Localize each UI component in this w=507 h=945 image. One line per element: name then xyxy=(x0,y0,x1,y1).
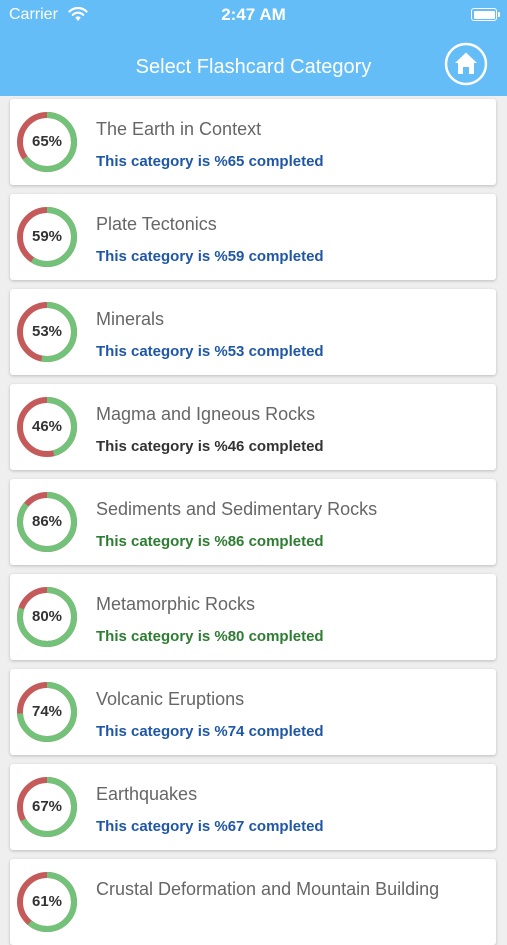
navigation-header: Carrier 2:47 AM Select Flashcard Categor… xyxy=(0,0,507,96)
category-status: This category is %80 completed xyxy=(96,628,324,645)
status-bar: Carrier 2:47 AM xyxy=(0,0,507,30)
category-card[interactable]: 67% Earthquakes This category is %67 compl… xyxy=(10,764,496,850)
category-card[interactable]: 46% Magma and Igneous Rocks This category … xyxy=(10,384,496,470)
category-status: This category is %74 completed xyxy=(96,723,324,740)
progress-percent: 61% xyxy=(31,893,63,910)
progress-percent: 65% xyxy=(31,133,63,150)
category-title: Volcanic Eruptions xyxy=(96,689,245,709)
progress-percent: 67% xyxy=(31,798,63,815)
category-card[interactable]: 61% Crustal Deformation and Mountain Buil… xyxy=(10,859,496,945)
category-title: Crustal Deformation and Mountain Buildin… xyxy=(96,879,440,899)
progress-percent: 53% xyxy=(31,323,63,340)
category-title: Metamorphic Rocks xyxy=(96,594,256,614)
clock: 2:47 AM xyxy=(221,5,286,24)
category-title: Minerals xyxy=(96,309,165,329)
category-title: Magma and Igneous Rocks xyxy=(96,404,316,424)
category-card[interactable]: 59% Plate Tectonics This category is %59 c… xyxy=(10,194,496,280)
progress-percent: 59% xyxy=(31,228,63,245)
progress-percent: 86% xyxy=(31,513,63,530)
category-card[interactable]: 86% Sediments and Sedimentary Rocks This c… xyxy=(10,479,496,565)
category-card[interactable]: 74% Volcanic Eruptions This category is %7… xyxy=(10,669,496,755)
category-card[interactable]: 65% The Earth in Context This category is … xyxy=(10,99,496,185)
category-status: This category is %59 completed xyxy=(96,248,324,265)
page-title: Select Flashcard Category xyxy=(135,56,372,78)
progress-percent: 74% xyxy=(31,703,63,720)
category-status: This category is %86 completed xyxy=(96,533,324,550)
category-title: Sediments and Sedimentary Rocks xyxy=(96,499,378,519)
category-status: This category is %53 completed xyxy=(96,343,324,360)
category-title: Earthquakes xyxy=(96,784,198,804)
category-title: The Earth in Context xyxy=(96,119,262,139)
category-card[interactable]: 53% Minerals This category is %53 complete… xyxy=(10,289,496,375)
home-icon xyxy=(444,42,488,86)
category-status: This category is %46 completed xyxy=(96,438,324,455)
home-button[interactable] xyxy=(444,42,488,86)
battery-icon xyxy=(471,8,500,21)
category-status: This category is %67 completed xyxy=(96,818,324,835)
progress-percent: 80% xyxy=(31,608,63,625)
progress-percent: 46% xyxy=(31,418,63,435)
category-status: This category is %65 completed xyxy=(96,153,324,170)
category-title: Plate Tectonics xyxy=(96,214,217,234)
category-card[interactable]: 80% Metamorphic Rocks This category is %80… xyxy=(10,574,496,660)
